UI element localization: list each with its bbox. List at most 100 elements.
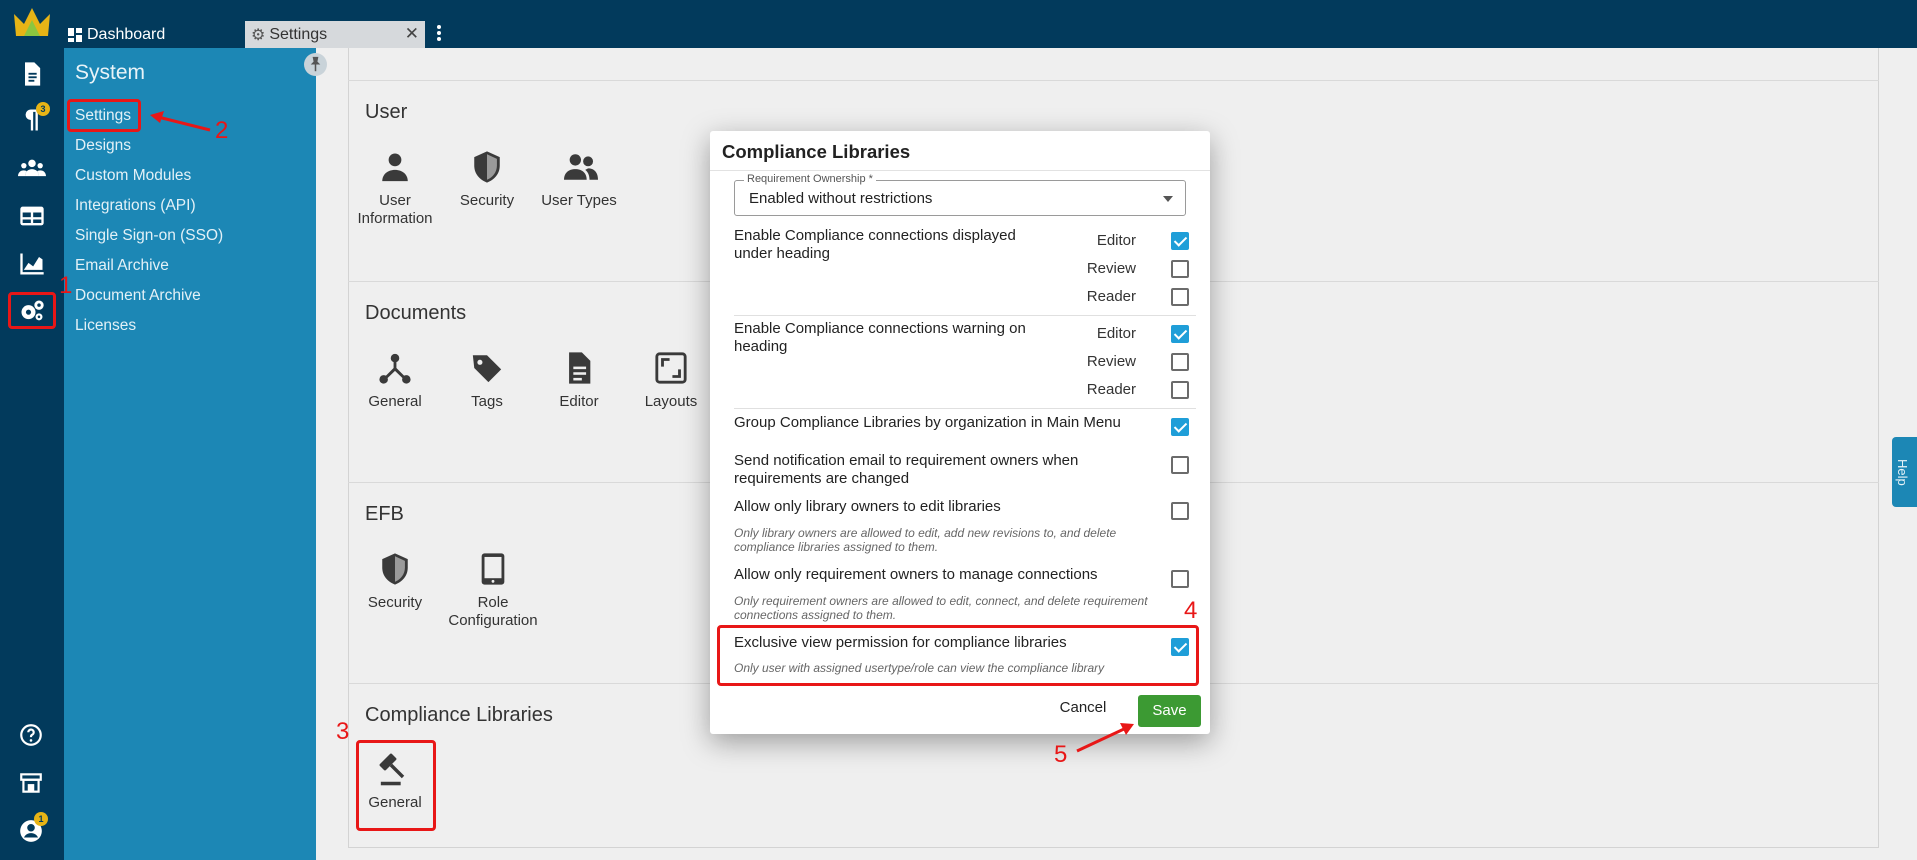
role-label-reader: Reader [1086,288,1136,305]
checkbox-notification-email[interactable] [1171,456,1189,474]
section-title-user: User [365,101,408,123]
section-divider [348,80,1879,81]
user-badge: 1 [34,812,48,826]
chevron-down-icon [1163,196,1173,202]
checkbox-heading-editor[interactable] [1171,232,1189,250]
table-icon[interactable] [18,202,46,230]
section-title-documents: Documents [365,302,467,324]
section-title-efb: EFB [365,503,404,525]
tile-user-information[interactable]: User Information [345,150,445,228]
icon-rail: 3 1 [0,0,64,860]
dialog-divider [710,170,1210,171]
gears-icon: ⚙ [251,26,266,44]
annotation-box-settings-icon [8,292,56,329]
tile-label: Security [459,192,515,209]
sidebar-item-designs[interactable]: Designs [75,137,131,155]
annotation-number-4: 4 [1184,597,1198,624]
file-text-icon [562,351,596,385]
checkbox-library-owners-edit[interactable] [1171,502,1189,520]
tile-label: Security [367,594,423,611]
help-circle-icon[interactable] [18,722,46,750]
help-label: Help [1895,459,1910,486]
tile-user-types[interactable]: User Types [529,150,629,210]
role-label-editor: Editor [1096,232,1136,249]
system-title: System [75,61,146,84]
users-icon[interactable] [18,154,46,182]
chart-icon[interactable] [18,250,46,278]
annotation-arrow [150,111,211,132]
tile-label: Role Configuration [448,594,538,629]
document-icon[interactable] [18,60,46,88]
tab-dashboard-label: Dashboard [87,25,166,43]
layout-frame-icon [654,351,688,385]
tile-label: Tags [471,393,503,410]
sidebar-item-integrations[interactable]: Integrations (API) [75,197,196,215]
tile-label: User Types [541,192,617,209]
setting-description: Only library owners are allowed to edit,… [734,526,1117,554]
shield-icon [470,150,504,184]
setting-library-owners-edit: Allow only library owners to edit librar… [734,498,1001,515]
account-icon[interactable]: 1 [18,812,48,846]
tile-documents-tags[interactable]: Tags [437,351,537,411]
sidebar-item-licenses[interactable]: Licenses [75,317,136,335]
tile-documents-general[interactable]: General [345,351,445,411]
sidebar-item-email-archive[interactable]: Email Archive [75,257,169,275]
tile-label: Editor [559,393,599,410]
annotation-number-3: 3 [336,718,350,745]
checkbox-warning-review[interactable] [1171,353,1189,371]
sidebar-item-sso[interactable]: Single Sign-on (SSO) [75,227,223,245]
tile-user-security[interactable]: Security [437,150,537,210]
setting-group-by-organization: Group Compliance Libraries by organizati… [734,414,1121,431]
tag-icon [470,351,504,385]
sidebar-item-custom-modules[interactable]: Custom Modules [75,167,191,185]
role-label-editor: Editor [1096,325,1136,342]
more-vertical-icon[interactable] [436,24,442,42]
checkbox-group-by-organization[interactable] [1171,418,1189,436]
help-tab[interactable]: Help [1892,437,1917,507]
paragraph-icon[interactable]: 3 [18,102,50,134]
role-label-review: Review [1086,260,1136,277]
tab-settings[interactable]: ⚙ Settings ✕ [245,21,425,48]
shield-icon [378,552,412,586]
close-icon[interactable]: ✕ [405,24,419,44]
pin-icon[interactable] [304,53,327,76]
system-panel: System Settings Designs Custom Modules I… [64,48,316,860]
person-icon [378,150,412,184]
annotation-box-exclusive-view [717,625,1199,686]
checkbox-heading-review[interactable] [1171,260,1189,278]
cancel-button[interactable]: Cancel [1048,696,1118,720]
user-group-icon [562,150,598,184]
tab-dashboard[interactable]: Dashboard [68,21,165,48]
sidebar-item-document-archive[interactable]: Document Archive [75,287,201,305]
setting-compliance-under-heading: Enable Compliance connections displayed … [734,227,1016,262]
checkbox-warning-editor[interactable] [1171,325,1189,343]
tile-efb-role-configuration[interactable]: Role Configuration [443,552,543,630]
tile-documents-layouts[interactable]: Layouts [621,351,721,411]
dashboard-icon [68,27,82,42]
annotation-box-compliance-general [356,740,436,831]
annotation-arrow [1076,723,1134,753]
tile-label: General [368,393,422,410]
role-label-reader: Reader [1086,381,1136,398]
checkbox-heading-reader[interactable] [1171,288,1189,306]
tile-label: Layouts [644,393,698,410]
logo-icon [12,6,52,40]
hierarchy-icon [378,351,412,385]
setting-description: Only requirement owners are allowed to e… [734,594,1148,622]
save-button[interactable]: Save [1138,695,1201,727]
checkbox-requirement-owners-connections[interactable] [1171,570,1189,588]
annotation-box-settings-item [67,99,141,132]
requirement-ownership-select[interactable]: Requirement Ownership * Enabled without … [734,173,1186,216]
tablet-icon [476,552,510,586]
tile-documents-editor[interactable]: Editor [529,351,629,411]
notification-badge: 3 [36,102,50,116]
row-divider [734,408,1196,409]
annotation-number-5: 5 [1054,741,1068,768]
checkbox-warning-reader[interactable] [1171,381,1189,399]
setting-requirement-owners-connections: Allow only requirement owners to manage … [734,566,1098,583]
setting-compliance-warning: Enable Compliance connections warning on… [734,320,1026,355]
tab-settings-label: Settings [269,25,328,43]
requirement-ownership-value: Enabled without restrictions [749,190,933,207]
store-icon[interactable] [18,770,46,798]
tile-efb-security[interactable]: Security [345,552,445,612]
